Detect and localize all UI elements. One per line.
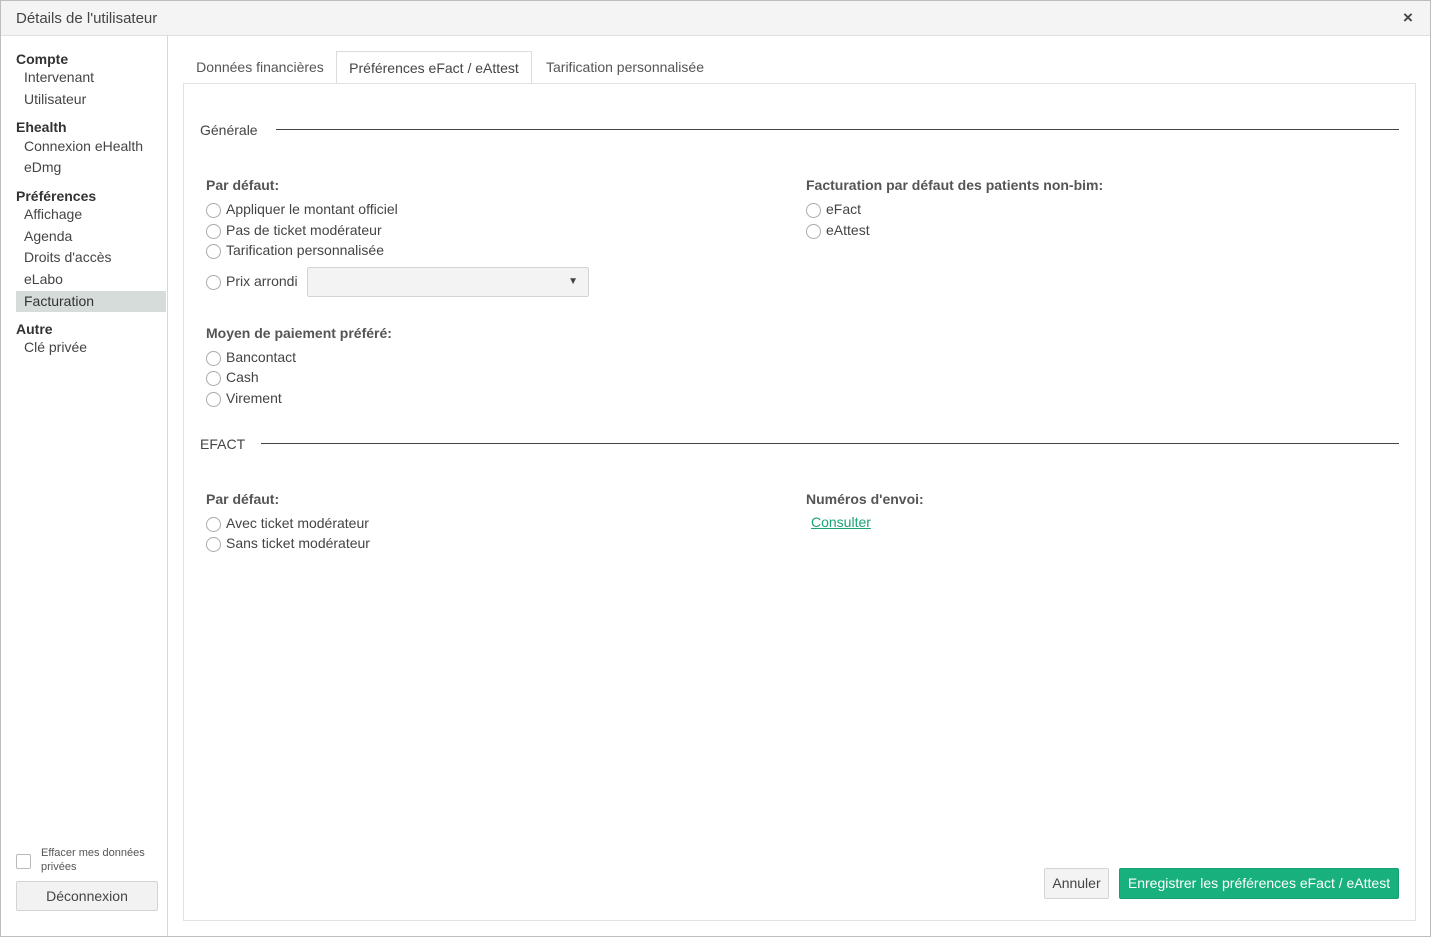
radio-label: Prix arrondi (226, 273, 298, 289)
close-icon[interactable]: × (1398, 8, 1418, 28)
radio-circle[interactable] (206, 371, 221, 386)
rounded-price-select[interactable]: ▼ (307, 267, 589, 297)
erase-private-data: Effacer mes données privées (16, 846, 166, 876)
send-numbers-label: Numéros d'envoi: (806, 491, 924, 507)
radio-circle[interactable] (206, 203, 221, 218)
sidebar-item-cle-privee[interactable]: Clé privée (16, 337, 166, 358)
radio-label: Pas de ticket modérateur (226, 222, 382, 238)
radio-circle[interactable] (206, 224, 221, 239)
tab-donnees-financieres[interactable]: Données financières (184, 51, 336, 85)
radio-circle[interactable] (206, 392, 221, 407)
radio-circle[interactable] (806, 203, 821, 218)
radio-circle[interactable] (206, 351, 221, 366)
radio-circle[interactable] (206, 537, 221, 552)
radio-label: Appliquer le montant officiel (226, 201, 398, 217)
sidebar-item-elabo[interactable]: eLabo (16, 269, 166, 290)
radio-label: Cash (226, 369, 259, 385)
radio-label: Virement (226, 390, 282, 406)
sidebar-group-preferences: Préférences (16, 188, 97, 204)
radio-label: eFact (826, 201, 862, 217)
sidebar: Compte Intervenant Utilisateur Ehealth C… (1, 35, 168, 936)
nonbim-billing-label: Facturation par défaut des patients non-… (806, 177, 1104, 193)
sidebar-item-droits-acces[interactable]: Droits d'accès (16, 247, 166, 268)
default-billing-label: Par défaut: (206, 177, 280, 193)
consult-link[interactable]: Consulter (811, 514, 871, 530)
sidebar-group-autre: Autre (16, 321, 53, 337)
radio-circle[interactable] (206, 275, 221, 290)
caret-down-icon: ▼ (568, 276, 578, 287)
efact-default-label: Par défaut: (206, 491, 280, 507)
radio-label: Tarification personnalisée (226, 242, 384, 258)
section-divider (276, 129, 1399, 130)
sidebar-item-agenda[interactable]: Agenda (16, 226, 166, 247)
section-divider (261, 443, 1399, 444)
sidebar-item-utilisateur[interactable]: Utilisateur (16, 89, 166, 110)
payment-method-label: Moyen de paiement préféré: (206, 325, 392, 341)
radio-label: Avec ticket modérateur (226, 515, 369, 531)
section-title-generale: Générale (200, 122, 258, 138)
radio-label: Bancontact (226, 349, 297, 365)
dialog-titlebar: Détails de l'utilisateur × (1, 1, 1430, 36)
sidebar-item-intervenant[interactable]: Intervenant (16, 67, 166, 88)
section-title-efact: EFACT (200, 436, 246, 452)
erase-private-data-label: Effacer mes données privées (41, 847, 145, 873)
tab-preferences-efact-eattest[interactable]: Préférences eFact / eAttest (336, 51, 532, 85)
save-preferences-button[interactable]: Enregistrer les préférences eFact / eAtt… (1119, 868, 1399, 899)
radio-label: Sans ticket modérateur (226, 535, 370, 551)
logout-button[interactable]: Déconnexion (16, 881, 158, 911)
sidebar-group-ehealth: Ehealth (16, 119, 67, 135)
radio-label: eAttest (826, 222, 870, 238)
sidebar-item-affichage[interactable]: Affichage (16, 204, 166, 225)
sidebar-group-compte: Compte (16, 51, 69, 67)
dialog-title: Détails de l'utilisateur (16, 10, 158, 27)
sidebar-item-connexion-ehealth[interactable]: Connexion eHealth (16, 136, 166, 157)
sidebar-item-facturation[interactable]: Facturation (16, 291, 166, 312)
radio-circle[interactable] (206, 244, 221, 259)
tab-tarification-personnalisee[interactable]: Tarification personnalisée (532, 51, 718, 85)
cancel-button[interactable]: Annuler (1044, 868, 1109, 899)
sidebar-item-edmg[interactable]: eDmg (16, 157, 166, 178)
erase-private-data-checkbox[interactable] (16, 854, 31, 869)
radio-circle[interactable] (206, 517, 221, 532)
radio-circle[interactable] (806, 224, 821, 239)
